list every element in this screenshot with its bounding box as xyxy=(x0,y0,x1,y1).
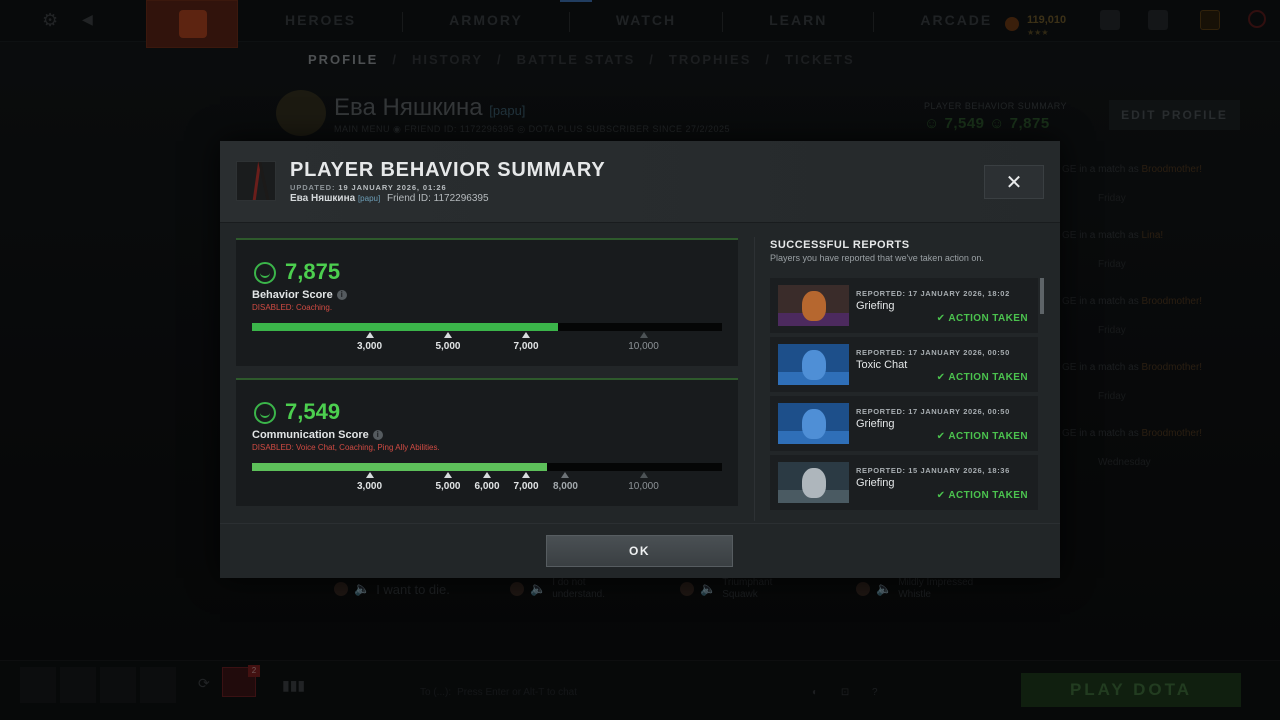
communication-disabled-items: Voice Chat, Coaching, Ping Ally Abilitie… xyxy=(296,443,440,452)
milestone-triangle-icon xyxy=(365,472,374,478)
report-item[interactable]: REPORTED: 17 JANUARY 2026, 00:50 Toxic Ch… xyxy=(770,337,1038,392)
score-milestone-tick: 8,000 xyxy=(535,472,595,492)
updated-value: 19 JANUARY 2026, 01:26 xyxy=(338,183,447,192)
report-status: ✔ ACTION TAKEN xyxy=(937,490,1028,501)
communication-disabled-line: DISABLED: Voice Chat, Coaching, Ping All… xyxy=(252,443,440,452)
behavior-disabled-line: DISABLED: Coaching. xyxy=(252,303,332,312)
milestone-label: 10,000 xyxy=(628,481,659,492)
score-milestone-tick: 3,000 xyxy=(340,472,400,492)
milestone-triangle-icon xyxy=(561,472,570,478)
portrait-head xyxy=(802,291,826,321)
report-status: ✔ ACTION TAKEN xyxy=(937,431,1028,442)
report-status-text: ACTION TAKEN xyxy=(948,431,1028,442)
razor-portrait xyxy=(778,403,849,444)
behavior-score-label-row: Behavior Score i xyxy=(252,289,347,301)
footer-divider xyxy=(220,523,1060,524)
milestone-triangle-icon xyxy=(443,472,452,478)
portrait-head xyxy=(802,409,826,439)
report-status: ✔ ACTION TAKEN xyxy=(937,372,1028,383)
milestone-label: 5,000 xyxy=(435,341,461,352)
communication-progress-fill xyxy=(252,463,547,471)
report-item[interactable]: REPORTED: 15 JANUARY 2026, 18:36 Griefing… xyxy=(770,455,1038,510)
milestone-label: 3,000 xyxy=(356,481,383,492)
report-status-text: ACTION TAKEN xyxy=(948,313,1028,324)
info-icon[interactable]: i xyxy=(336,290,347,300)
milestone-triangle-icon xyxy=(522,332,530,338)
communication-score-value: 7,549 xyxy=(285,399,341,424)
checkmark-icon: ✔ xyxy=(936,372,946,383)
behavior-disabled-items: Coaching. xyxy=(296,303,333,312)
disabled-label: DISABLED: xyxy=(252,443,294,452)
report-reason: Griefing xyxy=(856,477,895,489)
sven-portrait xyxy=(778,462,849,503)
report-reason: Toxic Chat xyxy=(856,359,908,371)
score-milestone-tick: 5,000 xyxy=(418,332,478,352)
communication-score-label-row: Communication Score i xyxy=(252,429,383,441)
modal-title: PLAYER BEHAVIOR SUMMARY xyxy=(290,159,606,181)
milestone-label: 10,000 xyxy=(628,341,659,352)
milestone-triangle-icon xyxy=(483,472,491,478)
reports-scrollbar[interactable] xyxy=(1040,278,1044,314)
milestone-triangle-icon xyxy=(443,332,452,338)
report-date: REPORTED: 17 JANUARY 2026, 00:50 xyxy=(856,407,1010,416)
modal-user-line: Ева Няшкина [papu] Friend ID: 1172296395 xyxy=(290,193,489,204)
communication-score-panel: 7,549 Communication Score i DISABLED: Voi… xyxy=(236,378,738,506)
milestone-triangle-icon xyxy=(522,472,530,478)
communication-progress-bar: 3,000 5,000 6,000 7,000 8,000 10,000 xyxy=(252,463,722,492)
report-status: ✔ ACTION TAKEN xyxy=(937,313,1028,324)
modal-header: PLAYER BEHAVIOR SUMMARY UPDATED: 19 JANU… xyxy=(220,141,1060,223)
behavior-summary-icon xyxy=(236,161,276,201)
smiley-face-icon xyxy=(254,402,276,424)
report-item[interactable]: REPORTED: 17 JANUARY 2026, 00:50 Griefing… xyxy=(770,396,1038,451)
modal-friend-id: Friend ID: 1172296395 xyxy=(386,193,489,204)
behavior-score-label: Behavior Score xyxy=(252,289,333,301)
report-status-text: ACTION TAKEN xyxy=(948,372,1028,383)
milestone-label: 3,000 xyxy=(356,341,383,352)
score-milestone-tick: 3,000 xyxy=(340,332,400,352)
behavior-progress-fill xyxy=(252,323,558,331)
portrait-head xyxy=(802,468,826,498)
milestone-label: 8,000 xyxy=(552,481,578,492)
disabled-label: DISABLED: xyxy=(252,303,294,312)
behavior-progress-bar: 3,000 5,000 7,000 10,000 xyxy=(252,323,722,352)
report-date: REPORTED: 15 JANUARY 2026, 18:36 xyxy=(856,466,1010,475)
milestone-triangle-icon xyxy=(365,332,374,338)
checkmark-icon: ✔ xyxy=(936,490,946,501)
report-reason: Griefing xyxy=(856,300,895,312)
report-item[interactable]: REPORTED: 17 JANUARY 2026, 18:02 Griefing… xyxy=(770,278,1038,333)
razor-portrait xyxy=(778,344,849,385)
portrait-head xyxy=(802,350,826,380)
modal-user-name: Ева Няшкина xyxy=(290,193,356,204)
behavior-score-panel: 7,875 Behavior Score i DISABLED: Coaching… xyxy=(236,238,738,366)
anti-mage-portrait xyxy=(778,285,849,326)
checkmark-icon: ✔ xyxy=(936,431,946,442)
behavior-score-value: 7,875 xyxy=(285,259,341,284)
player-behavior-summary-modal: PLAYER BEHAVIOR SUMMARY UPDATED: 19 JANU… xyxy=(220,141,1060,578)
report-date: REPORTED: 17 JANUARY 2026, 00:50 xyxy=(856,348,1010,357)
milestone-triangle-icon xyxy=(639,332,648,338)
reports-title: SUCCESSFUL REPORTS xyxy=(770,239,910,251)
panel-divider xyxy=(754,237,755,521)
communication-score-label: Communication Score xyxy=(252,429,369,441)
report-date: REPORTED: 17 JANUARY 2026, 18:02 xyxy=(856,289,1010,298)
milestone-label: 7,000 xyxy=(513,341,539,352)
report-reason: Griefing xyxy=(856,418,895,430)
score-milestone-tick: 7,000 xyxy=(496,332,556,352)
updated-line: UPDATED: 19 JANUARY 2026, 01:26 xyxy=(290,183,447,192)
close-button[interactable]: ✕ xyxy=(984,165,1044,199)
reports-list[interactable]: REPORTED: 15 JANUARY 2026, 18:36 Griefing… xyxy=(770,278,1044,510)
milestone-triangle-icon xyxy=(639,472,648,478)
info-icon[interactable]: i xyxy=(372,430,383,440)
modal-user-tag: [papu] xyxy=(357,194,381,203)
report-status-text: ACTION TAKEN xyxy=(948,490,1028,501)
smiley-face-icon xyxy=(254,262,276,284)
reports-subtitle: Players you have reported that we've tak… xyxy=(770,253,984,263)
ok-button[interactable]: OK xyxy=(546,535,733,567)
updated-label: UPDATED: xyxy=(290,183,336,192)
checkmark-icon: ✔ xyxy=(936,313,946,324)
